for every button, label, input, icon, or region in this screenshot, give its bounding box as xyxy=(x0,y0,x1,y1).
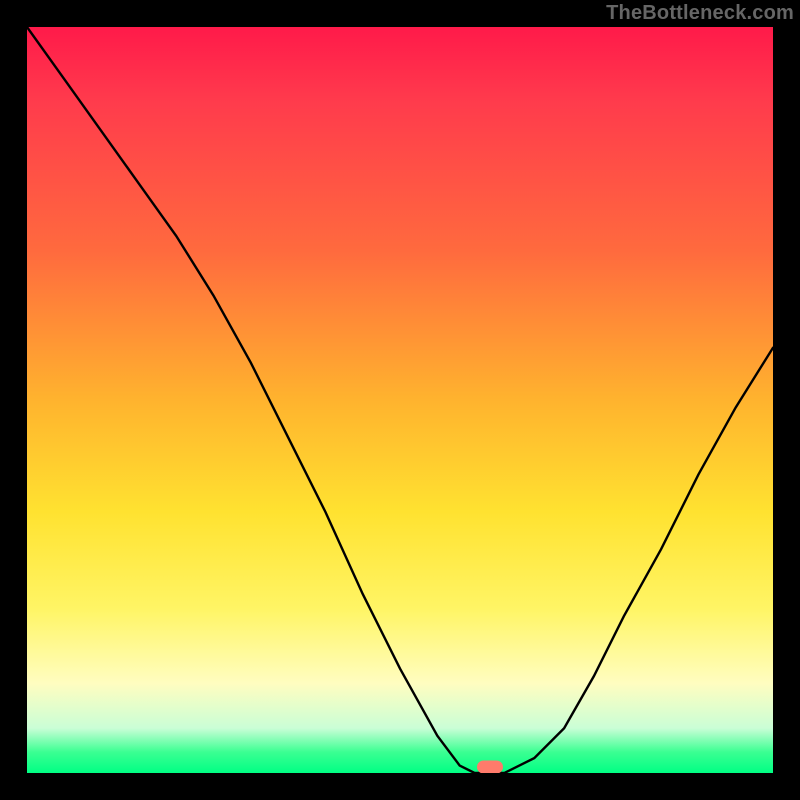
curve-path xyxy=(27,27,773,773)
watermark-text: TheBottleneck.com xyxy=(606,2,794,25)
chart-plot-area xyxy=(27,27,773,773)
bottleneck-curve xyxy=(27,27,773,773)
optimum-marker xyxy=(477,761,503,774)
